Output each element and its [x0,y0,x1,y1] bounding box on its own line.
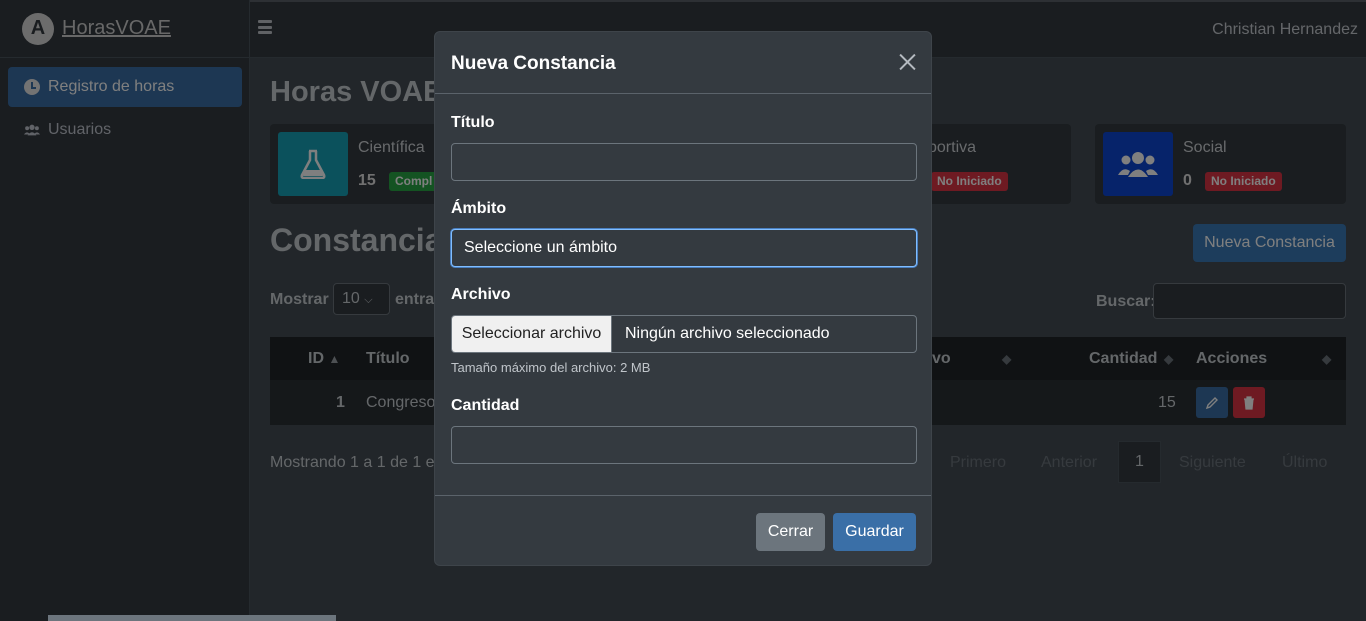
nueva-constancia-modal: Nueva Constancia Título Ámbito Seleccion… [434,31,932,566]
file-help-text: Tamaño máximo del archivo: 2 MB [451,360,651,375]
ambito-label: Ámbito [451,200,507,217]
cerrar-button[interactable]: Cerrar [756,513,825,551]
titulo-label: Título [451,114,495,131]
archivo-file-input[interactable]: Seleccionar archivo Ningún archivo selec… [451,315,917,353]
select-file-button[interactable]: Seleccionar archivo [452,316,612,352]
cantidad-input[interactable] [451,426,917,464]
titulo-input[interactable] [451,143,917,181]
scrollbar[interactable] [48,615,336,621]
ambito-select[interactable]: Seleccione un ámbito [451,229,917,267]
modal-footer: Cerrar Guardar [435,495,931,565]
file-status: Ningún archivo seleccionado [625,325,830,342]
guardar-button[interactable]: Guardar [833,513,916,551]
close-icon[interactable] [895,50,919,74]
modal-title: Nueva Constancia [451,53,616,74]
modal-header: Nueva Constancia [435,32,931,94]
cantidad-label: Cantidad [451,397,520,414]
archivo-label: Archivo [451,286,511,303]
